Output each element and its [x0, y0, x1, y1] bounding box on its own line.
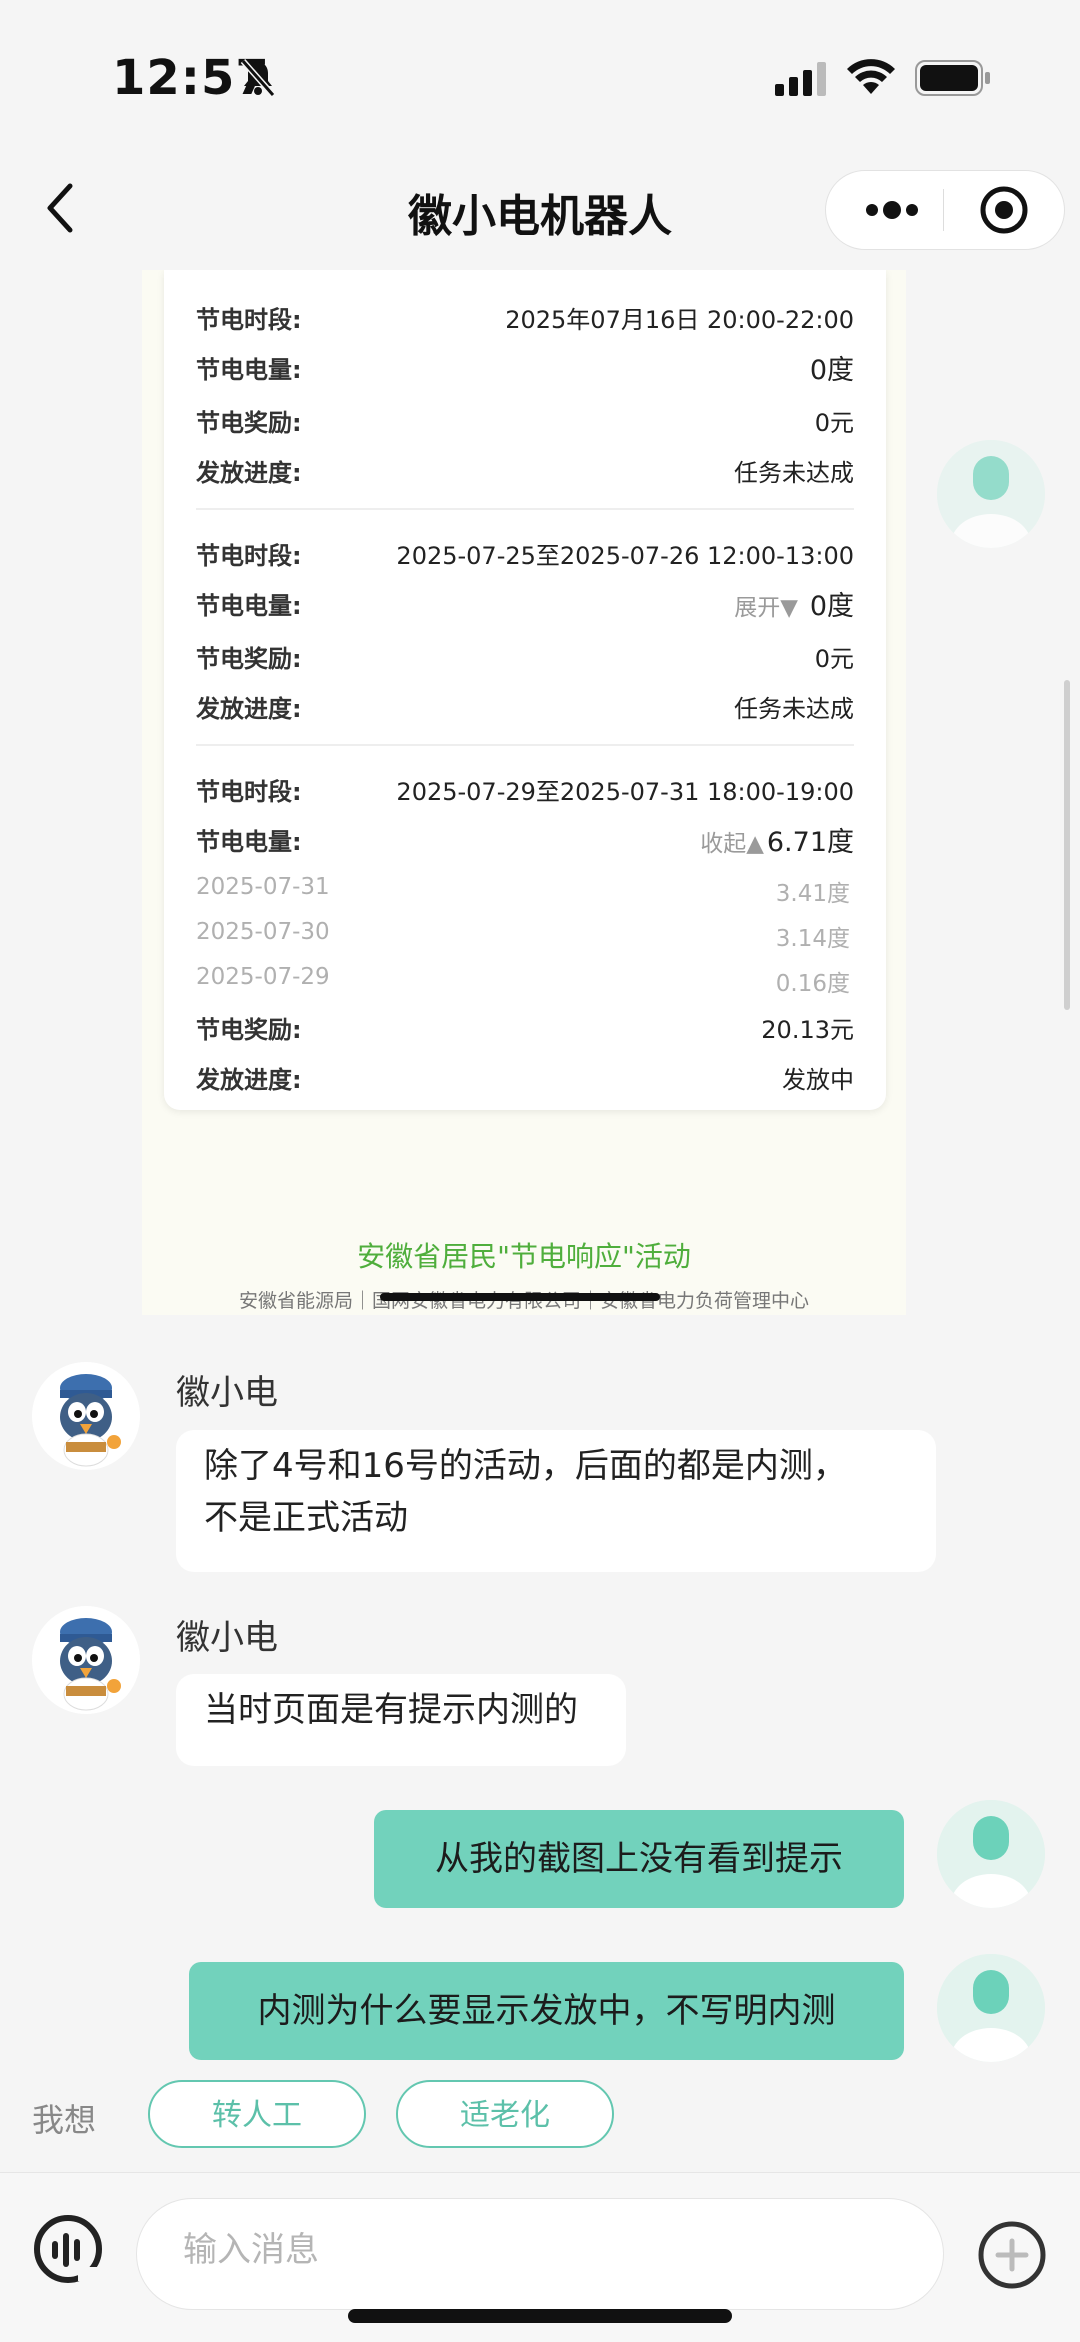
- more-icon[interactable]: [864, 197, 920, 227]
- elderly-mode-button[interactable]: 适老化: [396, 2080, 614, 2148]
- message-input[interactable]: [181, 2229, 885, 2271]
- navigation-bar: 徽小电机器人: [0, 150, 1080, 270]
- bot-name: 徽小电: [176, 1373, 278, 1413]
- reward-label: 节电奖励:: [196, 645, 302, 673]
- bird-mascot-icon: [32, 1362, 140, 1470]
- quick-actions-label: 我想: [32, 2101, 97, 2139]
- record-1-amount-row: 节电电量: 0度: [196, 344, 854, 386]
- record-divider: [196, 744, 854, 746]
- record-3-period-row: 节电时段: 2025-07-29至2025-07-31 18:00-19:00: [196, 766, 854, 806]
- user-avatar[interactable]: [937, 440, 1045, 548]
- message-line: 不是正式活动: [204, 1498, 408, 1538]
- bot-message-bubble[interactable]: 当时页面是有提示内测的: [176, 1674, 626, 1766]
- activity-title: 安徽省居民"节电响应"活动: [357, 1240, 691, 1273]
- period-label: 节电时段:: [196, 542, 302, 570]
- expand-toggle[interactable]: 展开▼: [734, 588, 798, 622]
- daily-date: 2025-07-29: [196, 964, 330, 990]
- record-3-amount-row: 节电电量: 收起▲ 6.71度: [196, 816, 854, 858]
- progress-label: 发放进度:: [196, 695, 302, 723]
- wifi-icon: [846, 58, 896, 100]
- reward-value: 0元: [814, 645, 854, 673]
- collapse-toggle[interactable]: 收起▲: [700, 824, 764, 858]
- daily-date: 2025-07-31: [196, 874, 330, 900]
- record-2-period-row: 节电时段: 2025-07-25至2025-07-26 12:00-13:00: [196, 530, 854, 570]
- amount-label: 节电电量:: [196, 592, 302, 620]
- message-line: 除了4号和16号的活动，后面的都是内测，: [204, 1446, 847, 1486]
- bell-muted-icon: [240, 58, 276, 102]
- quick-actions-bar: 我想 转人工 适老化: [0, 2065, 1080, 2165]
- status-bar: 12:57: [0, 0, 1080, 150]
- reward-value: 0元: [814, 409, 854, 437]
- bot-avatar[interactable]: [32, 1362, 140, 1470]
- progress-value: 任务未达成: [734, 459, 854, 487]
- reward-label: 节电奖励:: [196, 409, 302, 437]
- record-2-reward-row: 节电奖励: 0元: [196, 633, 854, 673]
- reward-label: 节电奖励:: [196, 1016, 302, 1044]
- record-divider: [196, 508, 854, 510]
- amount-value: 6.71度: [766, 827, 854, 858]
- bot-avatar[interactable]: [32, 1606, 140, 1714]
- record-1-period-row: 节电时段: 2025年07月16日 20:00-22:00: [196, 294, 854, 334]
- home-indicator[interactable]: [348, 2309, 732, 2323]
- capsule-divider: [943, 189, 944, 231]
- voice-input-icon[interactable]: [32, 2213, 104, 2289]
- daily-value: 0.16度: [775, 971, 850, 997]
- message-input-container: [136, 2198, 944, 2310]
- reward-value: 20.13元: [761, 1016, 854, 1044]
- user-avatar[interactable]: [937, 1954, 1045, 2062]
- record-3-progress-row: 发放进度: 发放中: [196, 1054, 854, 1094]
- scrollbar[interactable]: [1064, 680, 1070, 1010]
- amount-label: 节电电量:: [196, 356, 302, 384]
- progress-value: 任务未达成: [734, 695, 854, 723]
- bird-mascot-icon: [32, 1606, 140, 1714]
- user-avatar[interactable]: [937, 1800, 1045, 1908]
- period-label: 节电时段:: [196, 778, 302, 806]
- savings-record-card: 节电时段: 2025年07月16日 20:00-22:00 节电电量: 0度 节…: [164, 270, 886, 1110]
- record-2-amount-row: 节电电量: 展开▼ 0度: [196, 580, 854, 622]
- amount-value: 0度: [809, 591, 854, 622]
- bot-name: 徽小电: [176, 1618, 278, 1658]
- period-value: 2025-07-25至2025-07-26 12:00-13:00: [396, 542, 854, 570]
- add-attachment-icon[interactable]: [976, 2219, 1048, 2295]
- image-overlay-bar: [380, 1293, 660, 1301]
- period-label: 节电时段:: [196, 306, 302, 334]
- record-3-reward-row: 节电奖励: 20.13元: [196, 1004, 854, 1044]
- user-message-bubble[interactable]: 从我的截图上没有看到提示: [374, 1810, 904, 1908]
- amount-value: 0度: [809, 355, 854, 386]
- user-silhouette-icon: [937, 1954, 1045, 2062]
- bot-message-bubble[interactable]: 除了4号和16号的活动，后面的都是内测， 不是正式活动: [176, 1430, 936, 1572]
- progress-label: 发放进度:: [196, 1066, 302, 1094]
- user-silhouette-icon: [937, 1800, 1045, 1908]
- progress-value: 发放中: [782, 1066, 854, 1094]
- period-value: 2025-07-29至2025-07-31 18:00-19:00: [396, 778, 854, 806]
- record-1-reward-row: 节电奖励: 0元: [196, 397, 854, 437]
- battery-icon: [915, 60, 991, 100]
- transfer-to-human-button[interactable]: 转人工: [148, 2080, 366, 2148]
- cellular-signal-icon: [775, 62, 829, 100]
- progress-label: 发放进度:: [196, 459, 302, 487]
- close-target-icon[interactable]: [979, 185, 1029, 239]
- record-1-progress-row: 发放进度: 任务未达成: [196, 447, 854, 487]
- amount-label: 节电电量:: [196, 828, 302, 856]
- message-line: 当时页面是有提示内测的: [204, 1690, 578, 1730]
- miniprogram-capsule: [825, 170, 1065, 250]
- record-2-progress-row: 发放进度: 任务未达成: [196, 683, 854, 723]
- savings-record-image[interactable]: 节电时段: 2025年07月16日 20:00-22:00 节电电量: 0度 节…: [142, 270, 906, 1315]
- daily-value: 3.41度: [775, 881, 850, 907]
- daily-date: 2025-07-30: [196, 919, 330, 945]
- user-message-bubble[interactable]: 内测为什么要显示发放中，不写明内测: [189, 1962, 904, 2060]
- user-silhouette-icon: [937, 440, 1045, 548]
- daily-value: 3.14度: [775, 926, 850, 952]
- period-value: 2025年07月16日 20:00-22:00: [505, 306, 854, 334]
